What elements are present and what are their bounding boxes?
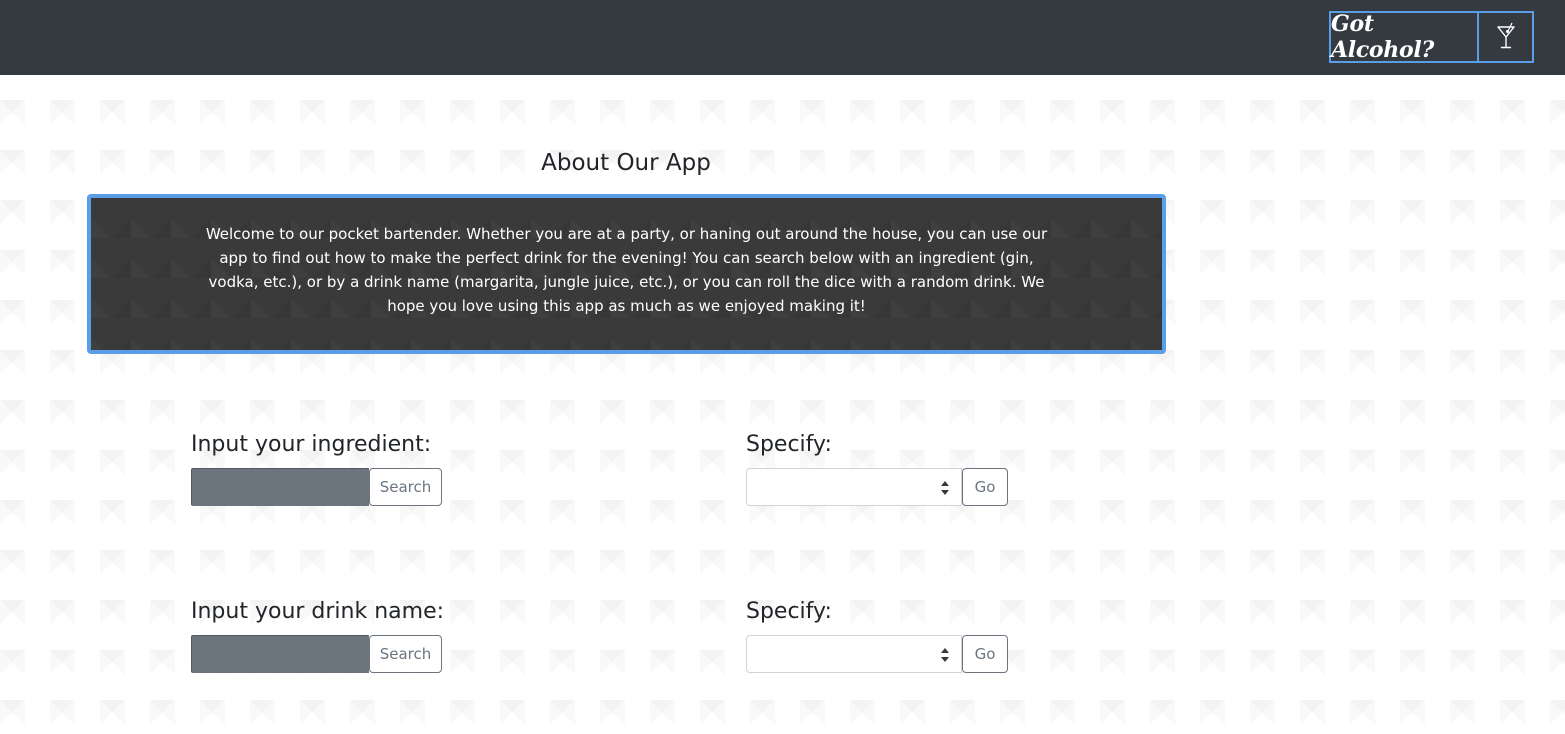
navbar: Got Alcohol? xyxy=(0,0,1565,75)
drink-name-input[interactable] xyxy=(191,635,369,673)
drink-search-row: Input your drink name: Search Specify: G… xyxy=(0,597,1565,687)
ingredient-specify-select[interactable] xyxy=(746,468,962,506)
drink-search-button[interactable]: Search xyxy=(369,635,442,673)
brand-title: Got Alcohol? xyxy=(1331,11,1479,63)
ingredient-go-button[interactable]: Go xyxy=(962,468,1008,506)
select-arrows-icon xyxy=(941,481,949,495)
select-arrows-icon xyxy=(941,648,949,662)
ingredient-specify-label: Specify: xyxy=(746,432,832,457)
drink-go-button[interactable]: Go xyxy=(962,635,1008,673)
ingredient-label: Input your ingredient: xyxy=(191,432,432,457)
about-panel: Welcome to our pocket bartender. Whether… xyxy=(87,194,1166,354)
drink-specify-label: Specify: xyxy=(746,599,832,624)
drink-specify-select[interactable] xyxy=(746,635,962,673)
about-description: Welcome to our pocket bartender. Whether… xyxy=(205,225,1048,315)
ingredient-input[interactable] xyxy=(191,468,369,506)
ingredient-search-row: Input your ingredient: Search Specify: G… xyxy=(0,430,1565,520)
ingredient-search-button[interactable]: Search xyxy=(369,468,442,506)
drink-name-label: Input your drink name: xyxy=(191,599,445,624)
brand-link[interactable]: Got Alcohol? xyxy=(1329,11,1534,63)
about-title: About Our App xyxy=(541,150,711,176)
martini-glass-icon xyxy=(1479,13,1532,61)
